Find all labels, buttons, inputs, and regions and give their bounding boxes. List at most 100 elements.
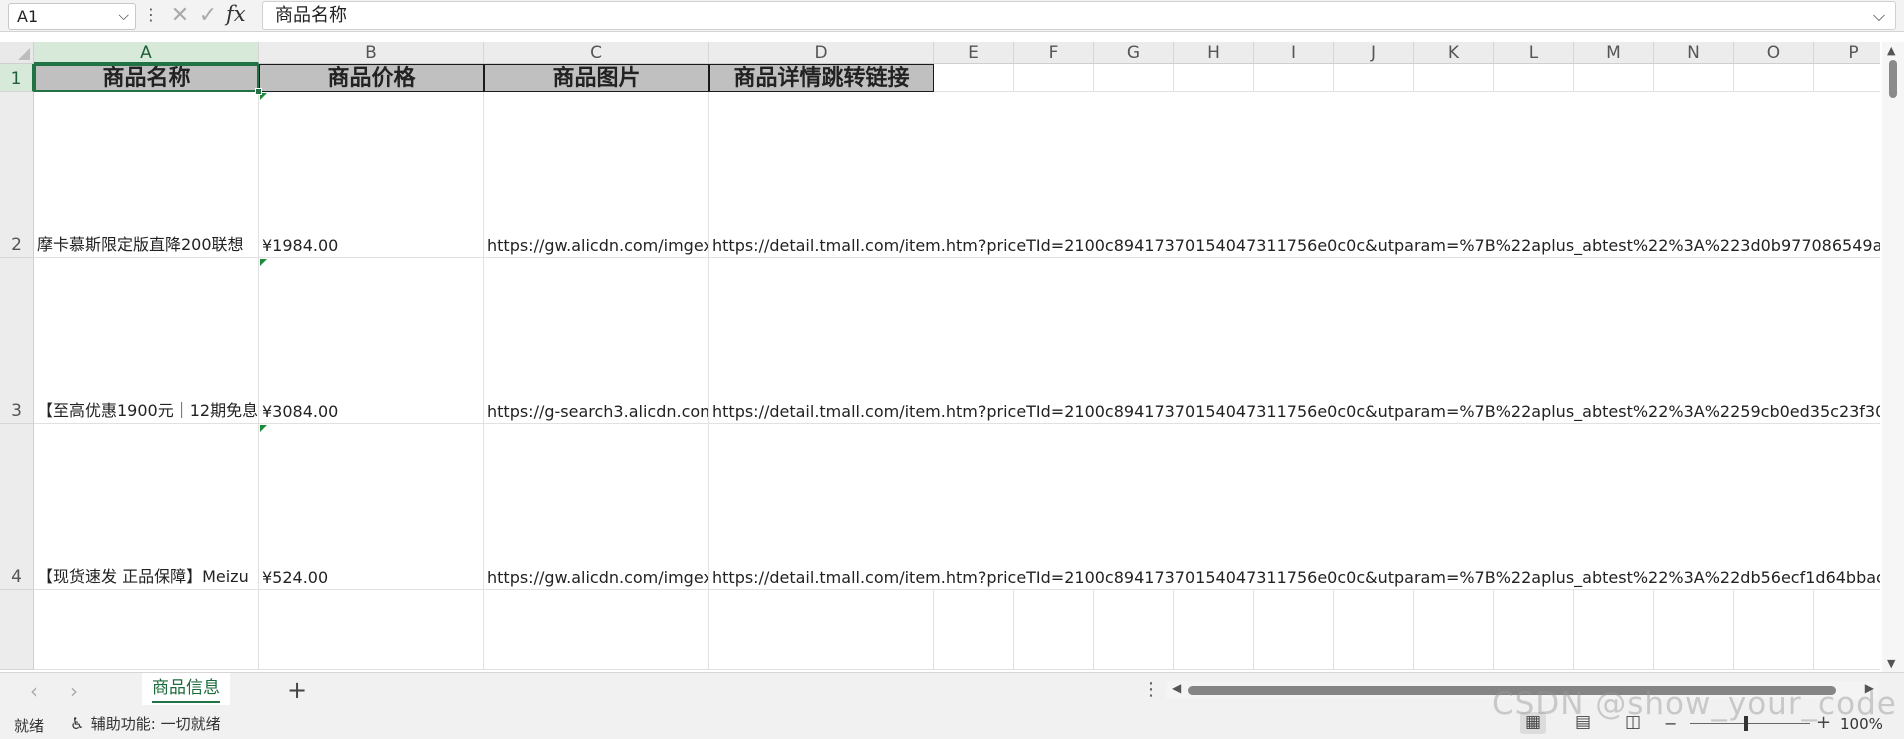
scroll-down-icon[interactable]: ▼	[1887, 657, 1895, 670]
cell[interactable]	[709, 590, 934, 670]
cell[interactable]	[934, 590, 1014, 670]
column-header-f[interactable]: F	[1014, 42, 1094, 64]
next-sheet-icon[interactable]: ›	[70, 679, 78, 703]
cell-text: ¥524.00	[262, 568, 329, 587]
column-header-h[interactable]: H	[1174, 42, 1254, 64]
column-header-b[interactable]: B	[259, 42, 484, 64]
cell[interactable]	[1574, 590, 1654, 670]
cell-text: https://gw.alicdn.com/imgextra	[487, 568, 708, 587]
row-header[interactable]: 3	[0, 258, 34, 424]
data-cell[interactable]: 摩卡慕斯限定版直降200联想	[34, 92, 259, 258]
cell[interactable]	[1814, 64, 1880, 92]
column-header-p[interactable]: P	[1814, 42, 1880, 64]
column-header-l[interactable]: L	[1494, 42, 1574, 64]
data-cell[interactable]: https://detail.tmall.com/item.htm?priceT…	[709, 258, 1880, 424]
watermark: CSDN @show_your_code	[1492, 686, 1897, 722]
cell-text: 摩卡慕斯限定版直降200联想	[37, 235, 244, 254]
cell[interactable]	[1494, 590, 1574, 670]
fill-handle[interactable]	[255, 88, 262, 95]
cell[interactable]	[1414, 64, 1494, 92]
accessibility-label: 辅助功能: 一切就绪	[90, 715, 221, 733]
sheet-tab[interactable]: 商品信息	[142, 673, 230, 705]
expand-formula-icon[interactable]: ⌵	[1873, 2, 1885, 29]
cell[interactable]	[1334, 590, 1414, 670]
add-sheet-icon[interactable]: +	[287, 676, 307, 704]
formula-input[interactable]: 商品名称 ⌵	[262, 1, 1896, 30]
data-cell[interactable]: ¥1984.00	[259, 92, 484, 258]
column-header-a[interactable]: A	[34, 42, 259, 64]
cell-text: https://detail.tmall.com/item.htm?priceT…	[712, 568, 1880, 587]
cell[interactable]	[934, 64, 1014, 92]
row-header[interactable]	[0, 590, 34, 670]
name-box[interactable]: A1 ⌵	[8, 3, 136, 30]
cancel-icon[interactable]: ✕	[166, 3, 194, 29]
data-cell[interactable]: https://detail.tmall.com/item.htm?priceT…	[709, 92, 1880, 258]
cell[interactable]	[1654, 590, 1734, 670]
cell[interactable]	[1014, 590, 1094, 670]
column-header-m[interactable]: M	[1574, 42, 1654, 64]
column-header-c[interactable]: C	[484, 42, 709, 64]
column-header-k[interactable]: K	[1414, 42, 1494, 64]
chevron-down-icon[interactable]: ⌵	[118, 4, 129, 29]
insert-function-icon[interactable]: fx	[226, 2, 246, 26]
cell[interactable]	[1174, 64, 1254, 92]
spreadsheet-grid[interactable]: A B C D E F G H I J K L M N O P 1 2 3 4 商品名称 商品价格 商品图片 商品详情跳转链接…	[0, 42, 1880, 672]
column-header-g[interactable]: G	[1094, 42, 1174, 64]
select-all-button[interactable]	[0, 42, 34, 64]
data-cell[interactable]: ¥524.00	[259, 424, 484, 590]
vertical-scroll-thumb[interactable]	[1889, 60, 1897, 98]
column-header-n[interactable]: N	[1654, 42, 1734, 64]
column-header-i[interactable]: I	[1254, 42, 1334, 64]
tab-options-icon[interactable]: ⋮	[1142, 679, 1160, 700]
row-header[interactable]: 2	[0, 92, 34, 258]
cell[interactable]	[1094, 64, 1174, 92]
cell-text: https://detail.tmall.com/item.htm?priceT…	[712, 402, 1880, 421]
column-header-o[interactable]: O	[1734, 42, 1814, 64]
header-cell[interactable]: 商品详情跳转链接	[709, 64, 934, 92]
vertical-scrollbar[interactable]: ▲ ▼	[1882, 42, 1904, 672]
scroll-up-icon[interactable]: ▲	[1887, 44, 1895, 57]
cell[interactable]	[259, 590, 484, 670]
data-cell[interactable]: ¥3084.00	[259, 258, 484, 424]
more-options-icon[interactable]: ⋮	[143, 5, 159, 24]
cell-text: https://gw.alicdn.com/imgextra	[487, 236, 708, 255]
cell[interactable]	[1574, 64, 1654, 92]
data-cell[interactable]: 【现货速发 正品保障】Meizu	[34, 424, 259, 590]
cell[interactable]	[1254, 590, 1334, 670]
confirm-icon[interactable]: ✓	[194, 3, 222, 29]
accessibility-status[interactable]: ♿ 辅助功能: 一切就绪	[70, 713, 221, 734]
cell[interactable]	[484, 590, 709, 670]
cell[interactable]	[1814, 590, 1880, 670]
cell[interactable]	[1734, 590, 1814, 670]
data-cell[interactable]: https://gw.alicdn.com/imgextra	[484, 424, 709, 590]
data-cell[interactable]: https://g-search3.alicdn.com/i	[484, 258, 709, 424]
cell[interactable]	[1414, 590, 1494, 670]
cell[interactable]	[1014, 64, 1094, 92]
cell[interactable]	[1094, 590, 1174, 670]
row-header[interactable]: 4	[0, 424, 34, 590]
data-cell[interactable]: https://gw.alicdn.com/imgextra	[484, 92, 709, 258]
data-cell[interactable]: 【至高优惠1900元｜12期免息	[34, 258, 259, 424]
cell[interactable]	[1174, 590, 1254, 670]
scroll-left-icon[interactable]: ◀	[1172, 681, 1181, 695]
header-cell[interactable]: 商品价格	[259, 64, 484, 92]
zoom-slider[interactable]	[1690, 723, 1810, 724]
column-header-e[interactable]: E	[934, 42, 1014, 64]
prev-sheet-icon[interactable]: ‹	[30, 679, 38, 703]
header-cell[interactable]: 商品图片	[484, 64, 709, 92]
status-ready: 就绪	[14, 717, 45, 735]
row-header[interactable]: 1	[0, 64, 34, 92]
cell[interactable]	[1734, 64, 1814, 92]
cell[interactable]	[1654, 64, 1734, 92]
cell[interactable]	[1334, 64, 1414, 92]
row-number: 1	[10, 69, 22, 89]
cell[interactable]	[1254, 64, 1334, 92]
column-header-d[interactable]: D	[709, 42, 934, 64]
cell[interactable]	[34, 590, 259, 670]
data-cell[interactable]: https://detail.tmall.com/item.htm?priceT…	[709, 424, 1880, 590]
cell[interactable]	[1494, 64, 1574, 92]
name-box-value: A1	[17, 7, 39, 26]
column-header-j[interactable]: J	[1334, 42, 1414, 64]
header-cell[interactable]: 商品名称	[34, 64, 259, 92]
row-number: 4	[11, 567, 22, 587]
